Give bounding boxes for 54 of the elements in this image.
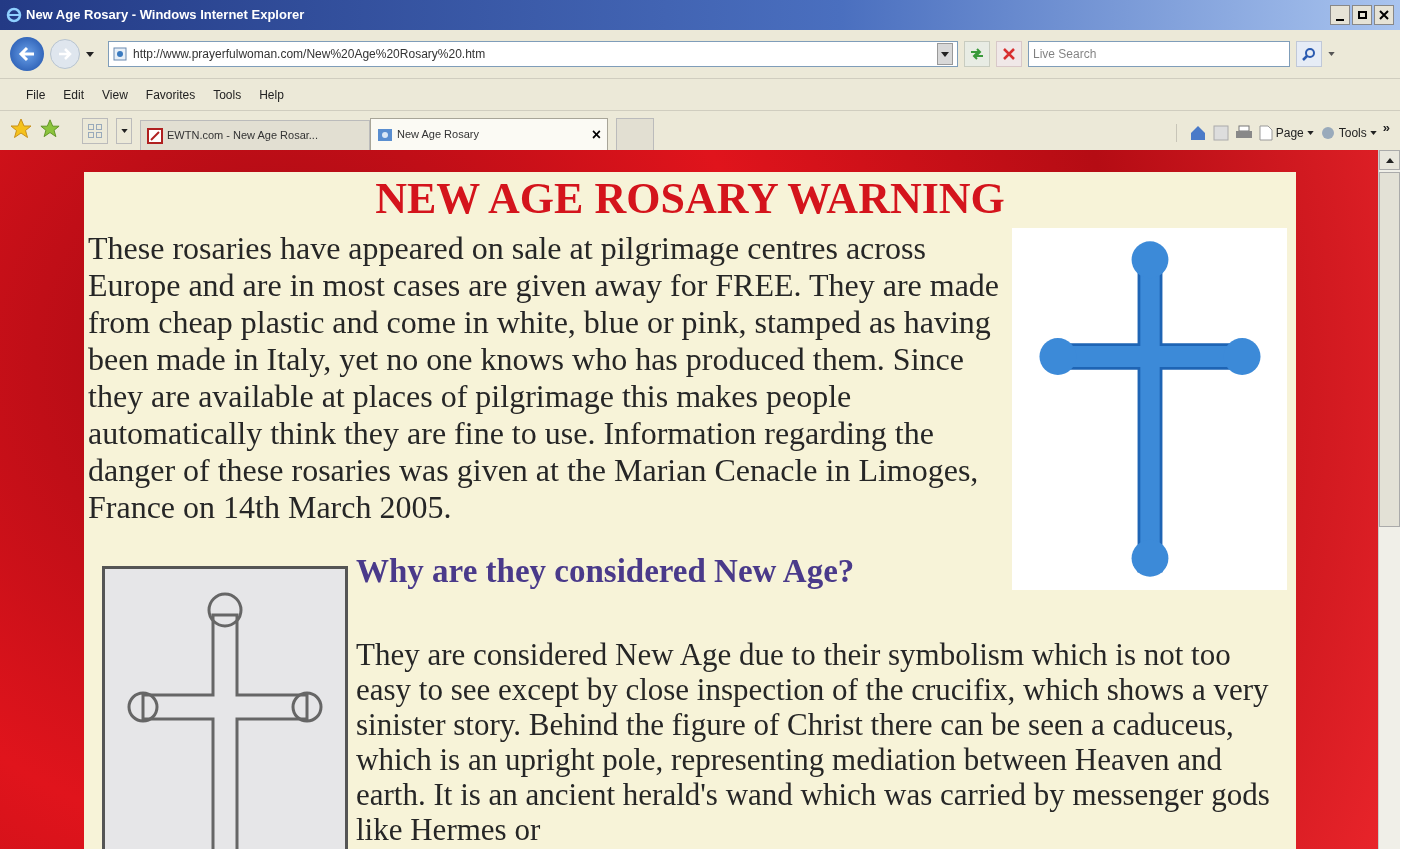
search-button[interactable] bbox=[1296, 41, 1322, 67]
stop-x-icon bbox=[1003, 48, 1015, 60]
stop-button[interactable] bbox=[996, 41, 1022, 67]
page-title: NEW AGE ROSARY WARNING bbox=[374, 174, 1006, 224]
scroll-up-arrow-icon[interactable] bbox=[1385, 157, 1394, 163]
search-icon bbox=[1302, 47, 1316, 61]
section-heading: Why are they considered New Age? bbox=[356, 552, 856, 590]
address-field[interactable]: http://www.prayerfulwoman.com/New%20Age%20Rosary%20.htm bbox=[108, 41, 958, 67]
dropdown-arrow-icon[interactable] bbox=[1328, 52, 1335, 56]
printer-icon[interactable] bbox=[1234, 125, 1253, 141]
page-icon bbox=[113, 47, 127, 61]
menu-item[interactable]: Tools bbox=[205, 82, 250, 107]
dropdown-arrow-icon bbox=[1306, 131, 1314, 135]
tab-list-button[interactable] bbox=[116, 118, 132, 144]
command-menu-button[interactable]: Tools bbox=[1319, 124, 1377, 142]
browser-tab[interactable]: New Age Rosary × bbox=[370, 118, 608, 150]
browser-logo-icon bbox=[6, 7, 22, 23]
dropdown-arrow-icon bbox=[1369, 131, 1377, 135]
refresh-button[interactable] bbox=[964, 41, 990, 67]
back-arrow-icon bbox=[18, 46, 36, 62]
url-text: http://www.prayerfulwoman.com/New%20Age%20Rosary%20.htm bbox=[133, 46, 486, 63]
star-icon[interactable] bbox=[10, 118, 32, 138]
browser-tab[interactable]: EWTN.com - New Age Rosar... bbox=[140, 120, 370, 150]
tab-close-button[interactable]: × bbox=[591, 122, 601, 147]
dropdown-arrow-icon bbox=[120, 129, 128, 133]
page-icon bbox=[1258, 125, 1273, 141]
minimize-button[interactable] bbox=[1330, 5, 1350, 25]
close-icon bbox=[1379, 10, 1389, 20]
command-menu-button[interactable]: Page bbox=[1258, 124, 1314, 142]
menu-item[interactable]: File bbox=[18, 82, 54, 107]
address-dropdown-button[interactable] bbox=[937, 43, 953, 65]
search-field[interactable]: Live Search bbox=[1028, 41, 1290, 67]
page-icon bbox=[377, 126, 393, 143]
intro-paragraph: These rosaries have appeared on sale at pilgrimage centres across Europe and are in most cases are given away for FREE. They are made from cheap plastic and come in white, blue or pink, stamped as having been made in Italy, yet no one knows who has produced them. Since they are available at places of pilgrimage this makes people automatically think they are fine to use. Information regarding the danger of these rosaries was given at the Marian Cenacle in Limoges, France on 14th March 2005. bbox=[88, 230, 1001, 526]
dropdown-arrow-icon[interactable] bbox=[86, 51, 94, 57]
menu-item[interactable]: Edit bbox=[55, 82, 93, 107]
forward-arrow-icon bbox=[58, 48, 72, 60]
tab-label: EWTN.com - New Age Rosar... bbox=[167, 128, 318, 144]
back-button[interactable] bbox=[10, 37, 44, 71]
menu-item[interactable]: View bbox=[94, 82, 136, 107]
dropdown-arrow-icon bbox=[941, 51, 949, 57]
body-paragraph: They are considered New Age due to their symbolism which is not too easy to see except by close inspection of the crucifix, which shows a very sinister story. Behind the figure of Christ there can be seen a caduceus, which is an upright pole, representing mediation between Heaven and earth. It is an ancient herald's wand which was carried by messenger gods like Hermes or bbox=[356, 637, 1271, 849]
window-title: New Age Rosary - Windows Internet Explorer bbox=[26, 6, 305, 25]
add-favorite-icon[interactable] bbox=[40, 118, 60, 138]
scrollbar[interactable] bbox=[1378, 150, 1400, 849]
restore-button[interactable] bbox=[1352, 5, 1372, 25]
refresh-arrows-icon bbox=[969, 47, 985, 61]
overflow-button[interactable]: » bbox=[1382, 118, 1390, 138]
tab-label: New Age Rosary bbox=[397, 127, 479, 143]
close-button[interactable] bbox=[1374, 5, 1394, 25]
home-icon[interactable] bbox=[1188, 124, 1207, 142]
menu-item[interactable]: Help bbox=[251, 82, 292, 107]
menu-item[interactable]: Favorites bbox=[137, 82, 204, 107]
site-logo-icon bbox=[147, 127, 163, 144]
